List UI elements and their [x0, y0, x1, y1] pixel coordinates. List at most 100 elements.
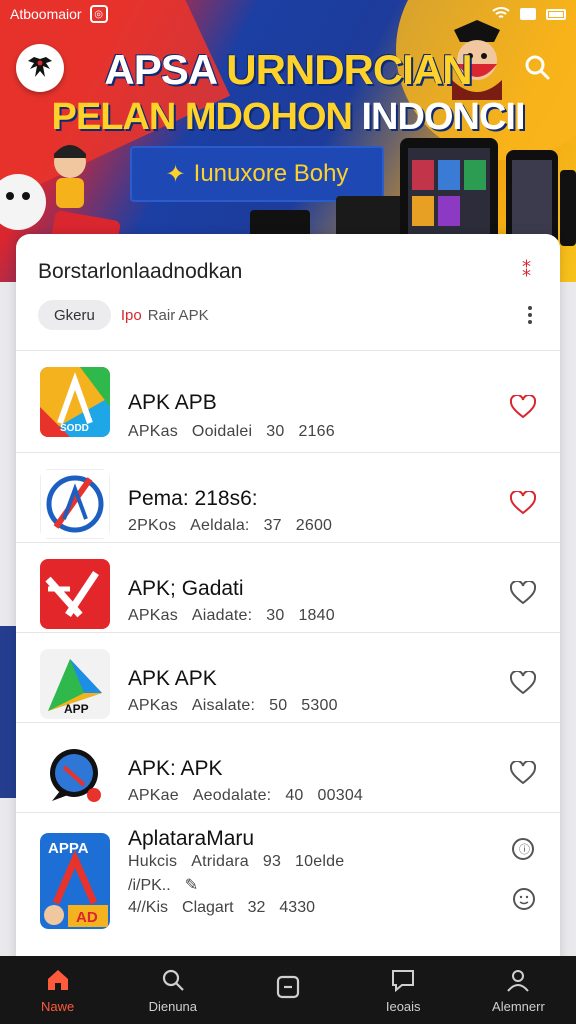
notification-dot-icon[interactable]: ⁑ — [522, 261, 532, 279]
nav-profile-label: Alemnerr — [492, 998, 545, 1014]
red-a-icon — [40, 559, 110, 629]
app-badge-icon: ◎ — [89, 5, 108, 23]
blue-circle-a-icon — [40, 469, 110, 539]
profile-icon — [507, 969, 530, 992]
nav-messages[interactable]: Ieoais — [346, 956, 461, 1024]
app-downloads: 4330 — [279, 899, 315, 916]
sparkle-icon: ✦ — [165, 160, 186, 188]
nav-center[interactable] — [230, 956, 345, 1024]
app-category: Atridara — [191, 853, 249, 870]
app-name: Pema: 218s6: — [128, 487, 258, 510]
app-downloads: 1840 — [298, 607, 335, 624]
favorite-heart-icon[interactable] — [510, 395, 536, 419]
info-circle-icon[interactable]: ⓘ — [510, 837, 536, 861]
app-root: Atboomaior ◎ APSA URNDRCIAN PELAN MDOHON… — [0, 0, 576, 1024]
svg-text:APP: APP — [64, 702, 89, 716]
app-meta: APKas Aisalate: 50 5300 — [128, 697, 352, 715]
app-rating: 30 — [266, 607, 285, 624]
status-brand: Atboomaior ◎ — [10, 5, 108, 23]
filter-chips: Gkeru Ipo Rair APK — [38, 300, 209, 330]
card-title: Borstarlonlaadnodkan — [38, 260, 243, 283]
app-source: 2PKos — [128, 517, 177, 534]
svg-text:ⓘ: ⓘ — [519, 843, 530, 856]
app-category: Aeodalate: — [192, 787, 272, 804]
app-meta: APKas Aiadate: 30 1840 — [128, 607, 349, 625]
bottom-navigation: Nawe Dienuna Ieoais Alemnerr — [0, 956, 576, 1024]
app-source: APKas — [128, 607, 178, 624]
app-meta-secondary: /i/PK.. ✎ — [128, 875, 212, 895]
blue-chat-bubble-icon — [40, 739, 110, 809]
nav-home-label: Nawe — [40, 998, 75, 1014]
app-source: APKas — [128, 697, 178, 714]
banner-title-line1-white: APSA — [104, 46, 227, 93]
app-list-item[interactable]: Pema: 218s6: 2PKos Aeldala: 37 2600 — [16, 452, 560, 542]
app-rating: 32 — [247, 899, 266, 916]
app-category: Ooidalei — [191, 423, 253, 440]
appa-ad-icon: APPA AD — [40, 833, 110, 929]
nav-home[interactable]: Nawe — [0, 956, 115, 1024]
app-rating: 50 — [269, 697, 288, 714]
app-name: APK; Gadati — [128, 577, 244, 600]
favorite-heart-icon[interactable] — [510, 491, 536, 515]
app-source: APKae — [128, 787, 179, 804]
svg-text:SODD: SODD — [60, 423, 89, 434]
app-downloads: 2166 — [298, 423, 335, 440]
nav-messages-label: Ieoais — [385, 998, 421, 1014]
app-meta: APKas Ooidalei 30 2166 — [128, 423, 349, 441]
app-list-item[interactable]: APP APK APK APKas Aisalate: 50 5300 — [16, 632, 560, 722]
app-rating: 40 — [285, 787, 304, 804]
filter-chip-prefix: Ipo — [120, 306, 142, 324]
signal-icon — [520, 8, 536, 20]
background-page-edge — [0, 626, 16, 798]
app-downloads: 5300 — [301, 697, 338, 714]
app-source: APKas — [128, 423, 178, 440]
device-mockups — [240, 130, 576, 250]
app-meta: Hukcis Atridara 93 10elde — [128, 853, 358, 871]
app-rating: 37 — [263, 517, 282, 534]
app-source: Hukcis — [128, 853, 178, 870]
status-app-name: Atboomaior — [10, 6, 82, 22]
app-downloads: 2600 — [295, 517, 333, 534]
favorite-heart-icon[interactable] — [510, 671, 536, 695]
app-name: APK APK — [128, 667, 217, 690]
icon-label-bottom: AD — [76, 909, 98, 926]
chat-icon — [392, 969, 415, 992]
battery-icon — [546, 8, 566, 20]
app-meta-tertiary: 4//Kis Clagart 32 4330 — [128, 899, 329, 917]
app-category: Aeldala: — [190, 517, 250, 534]
app-list: SODD APK APB APKas Ooidalei 30 2166 Pema… — [16, 350, 560, 940]
app-name: APK: APK — [128, 757, 223, 780]
app-downloads: 00304 — [317, 787, 364, 804]
home-icon — [47, 969, 68, 990]
app-category: Aiadate: — [191, 607, 253, 624]
favorite-heart-icon[interactable] — [510, 581, 536, 605]
banner-title-line1: APSA URNDRCIAN — [0, 46, 576, 94]
filter-chip-apk-label: Rair APK — [147, 306, 209, 324]
app-list-item[interactable]: APK: APK APKae Aeodalate: 40 00304 — [16, 722, 560, 812]
app-subtitle: /i/PK.. — [128, 877, 171, 894]
app-list-card: Borstarlonlaadnodkan ⁑ Gkeru Ipo Rair AP… — [16, 234, 560, 962]
banner-title-line1-yellow: URNDRCIAN — [226, 46, 472, 93]
filter-chip-apk[interactable]: Ipo Rair APK — [121, 300, 209, 330]
app-rating: 30 — [266, 423, 285, 440]
favorite-heart-icon[interactable] — [510, 761, 536, 785]
app-extra: 10elde — [295, 853, 345, 870]
nav-search[interactable]: Dienuna — [115, 956, 230, 1024]
icon-label-top: APPA — [48, 840, 89, 857]
app-source: 4//Kis — [128, 899, 169, 916]
app-list-item[interactable]: APPA AD AplataraMaru Hukcis Atridara 93 10e… — [16, 812, 560, 940]
app-meta: 2PKos Aeldala: 37 2600 — [128, 517, 346, 535]
more-options-icon[interactable] — [524, 304, 536, 326]
app-name: APK APB — [128, 391, 217, 414]
nav-profile[interactable]: Alemnerr — [461, 956, 576, 1024]
app-list-item[interactable]: SODD APK APB APKas Ooidalei 30 2166 — [16, 350, 560, 452]
green-triangle-icon: APP — [40, 649, 110, 719]
filter-chip-primary[interactable]: Gkeru — [38, 300, 111, 330]
pencil-icon: ✎ — [184, 877, 199, 894]
colorful-a-icon: SODD — [40, 367, 110, 437]
app-name: AplataraMaru — [128, 827, 255, 850]
app-list-item[interactable]: APK; Gadati APKas Aiadate: 30 1840 — [16, 542, 560, 632]
app-rating: 93 — [262, 853, 282, 870]
app-meta: APKae Aeodalate: 40 00304 — [128, 787, 377, 805]
smiley-circle-icon[interactable] — [512, 887, 536, 911]
